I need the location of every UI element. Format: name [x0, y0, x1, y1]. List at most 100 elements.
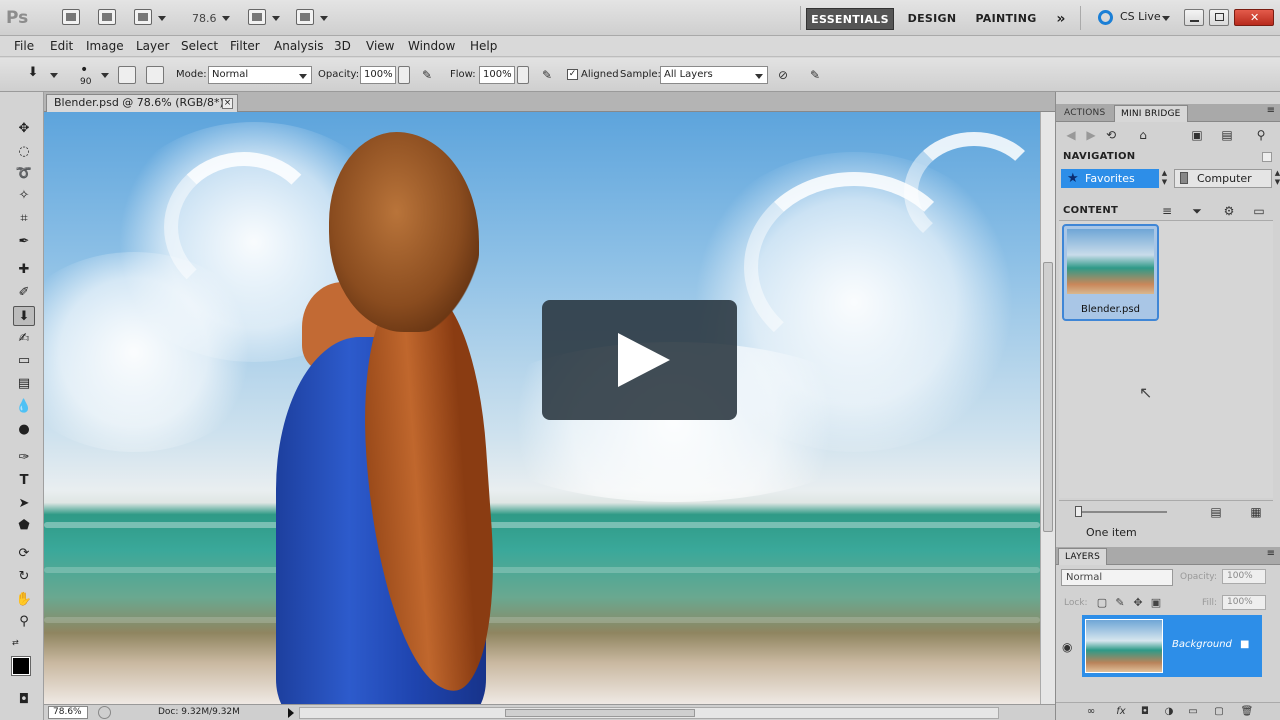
- pen-tool-icon[interactable]: ✑: [13, 448, 35, 468]
- video-play-button[interactable]: [542, 300, 737, 420]
- eraser-tool-icon[interactable]: ▭: [13, 351, 35, 371]
- clone-stamp-tool-icon[interactable]: ⬇: [13, 306, 35, 326]
- opacity-dropdown-icon[interactable]: [398, 66, 410, 84]
- zoom-level-select[interactable]: 78.6: [192, 12, 217, 25]
- workspace-essentials-button[interactable]: ESSENTIALS: [806, 8, 894, 30]
- menu-filter[interactable]: Filter: [230, 39, 260, 53]
- recent-folders-icon[interactable]: ⟲: [1104, 128, 1118, 142]
- hand-tool-icon[interactable]: ✋: [13, 590, 35, 610]
- fill-input[interactable]: 100%: [1222, 595, 1266, 610]
- navigation-close-icon[interactable]: [1262, 152, 1272, 162]
- panel-view-icon[interactable]: ▤: [1220, 128, 1234, 142]
- computer-item[interactable]: Computer: [1174, 169, 1272, 188]
- healing-brush-tool-icon[interactable]: ✚: [13, 260, 35, 280]
- dodge-tool-icon[interactable]: ●: [13, 420, 35, 440]
- quick-selection-tool-icon[interactable]: ✧: [13, 186, 35, 206]
- tools-icon[interactable]: ⚙: [1222, 204, 1236, 218]
- marquee-tool-icon[interactable]: ◌: [13, 142, 35, 162]
- launch-bridge-icon[interactable]: [62, 9, 80, 25]
- sample-select[interactable]: All Layers: [660, 66, 768, 84]
- chevron-down-icon[interactable]: [50, 73, 58, 78]
- back-arrow-icon[interactable]: ◀: [1064, 128, 1078, 142]
- search-icon[interactable]: ⚲: [1254, 128, 1268, 142]
- favorites-spinner-icon[interactable]: ▲ ▼: [1160, 169, 1169, 188]
- close-tab-icon[interactable]: ×: [222, 98, 233, 109]
- opacity-input[interactable]: 100%: [360, 66, 396, 84]
- foreground-color-swatch[interactable]: [11, 656, 31, 676]
- chevron-down-icon[interactable]: [101, 73, 109, 78]
- chevron-down-icon[interactable]: [158, 16, 166, 21]
- computer-spinner-icon[interactable]: ▲ ▼: [1273, 169, 1280, 188]
- arrange-documents-icon[interactable]: [248, 9, 266, 25]
- horizontal-scrollbar[interactable]: [299, 707, 999, 719]
- home-icon[interactable]: ⌂: [1136, 128, 1150, 142]
- workspace-design-button[interactable]: DESIGN: [902, 8, 962, 30]
- new-group-icon[interactable]: ▭: [1186, 705, 1200, 718]
- aligned-checkbox[interactable]: ✓: [567, 69, 578, 80]
- blend-mode-select[interactable]: Normal: [1061, 569, 1173, 586]
- menu-3d[interactable]: 3D: [334, 39, 351, 53]
- filter-icon[interactable]: ⏷: [1190, 204, 1204, 218]
- menu-layer[interactable]: Layer: [136, 39, 169, 53]
- content-thumbnail[interactable]: Blender.psd: [1062, 224, 1159, 321]
- view-extras-icon[interactable]: [134, 9, 152, 25]
- go-to-bridge-icon[interactable]: ▣: [1190, 128, 1204, 142]
- status-menu-arrow-icon[interactable]: [288, 708, 294, 718]
- lock-image-icon[interactable]: ✎: [1114, 597, 1126, 609]
- add-mask-icon[interactable]: ◘: [1138, 705, 1152, 718]
- tab-layers[interactable]: LAYERS: [1058, 548, 1108, 565]
- vertical-scroll-thumb[interactable]: [1043, 262, 1053, 532]
- clone-source-panel-icon[interactable]: [146, 66, 164, 84]
- favorites-item[interactable]: ★ Favorites: [1061, 169, 1159, 188]
- panel-menu-icon[interactable]: ≡: [1267, 105, 1275, 116]
- menu-view[interactable]: View: [366, 39, 394, 53]
- chevron-down-icon[interactable]: [320, 16, 328, 21]
- ignore-adjustment-layers-icon[interactable]: ⊘: [776, 68, 790, 82]
- quick-mask-icon[interactable]: ◘: [13, 690, 35, 710]
- close-button[interactable]: ✕: [1234, 9, 1274, 26]
- menu-help[interactable]: Help: [470, 39, 497, 53]
- horizontal-scroll-thumb[interactable]: [505, 709, 695, 717]
- brush-panel-icon[interactable]: [118, 66, 136, 84]
- crop-tool-icon[interactable]: ⌗: [13, 209, 35, 229]
- flow-dropdown-icon[interactable]: [517, 66, 529, 84]
- chevron-down-icon[interactable]: [1162, 16, 1170, 21]
- brush-tool-icon[interactable]: ✐: [13, 283, 35, 303]
- move-tool-icon[interactable]: ✥: [13, 119, 35, 139]
- pressure-size-icon[interactable]: ✎: [808, 68, 822, 82]
- workspace-painting-button[interactable]: PAINTING: [972, 8, 1040, 30]
- status-zoom-field[interactable]: 78.6%: [48, 706, 88, 719]
- chevron-down-icon[interactable]: [272, 16, 280, 21]
- minimize-button[interactable]: [1184, 9, 1204, 26]
- menu-analysis[interactable]: Analysis: [274, 39, 323, 53]
- vertical-scrollbar[interactable]: [1040, 112, 1055, 704]
- menu-edit[interactable]: Edit: [50, 39, 73, 53]
- layer-opacity-input[interactable]: 100%: [1222, 569, 1266, 584]
- path-selection-tool-icon[interactable]: ➤: [13, 494, 35, 514]
- gradient-tool-icon[interactable]: ▤: [13, 374, 35, 394]
- type-tool-icon[interactable]: T: [13, 471, 35, 491]
- thumbnail-size-slider[interactable]: [1075, 511, 1167, 513]
- link-layers-icon[interactable]: ∞: [1084, 705, 1098, 718]
- eyedropper-tool-icon[interactable]: ✒: [13, 232, 35, 252]
- zoom-tool-icon[interactable]: ⚲: [13, 612, 35, 632]
- lock-position-icon[interactable]: ✥: [1132, 597, 1144, 609]
- adjustment-layer-icon[interactable]: ◑: [1162, 705, 1176, 718]
- swap-colors-icon[interactable]: ⇄: [12, 638, 19, 647]
- 3d-rotate-tool-icon[interactable]: ⟳: [13, 544, 35, 564]
- sort-icon[interactable]: ≡: [1160, 204, 1174, 218]
- layer-style-icon[interactable]: fx: [1114, 705, 1128, 718]
- mode-select[interactable]: Normal: [208, 66, 312, 84]
- slider-handle[interactable]: [1075, 506, 1082, 517]
- forward-arrow-icon[interactable]: ▶: [1084, 128, 1098, 142]
- tab-mini-bridge[interactable]: MINI BRIDGE: [1114, 105, 1188, 122]
- menu-window[interactable]: Window: [408, 39, 455, 53]
- lock-all-icon[interactable]: ▣: [1150, 597, 1162, 609]
- more-workspaces-button[interactable]: »: [1050, 8, 1072, 30]
- history-brush-tool-icon[interactable]: ✍: [13, 329, 35, 349]
- menu-image[interactable]: Image: [86, 39, 124, 53]
- chevron-down-icon[interactable]: [222, 16, 230, 21]
- screen-mode-icon[interactable]: [296, 9, 314, 25]
- pressure-opacity-icon[interactable]: ✎: [420, 68, 434, 82]
- layers-panel-menu-icon[interactable]: ≡: [1267, 548, 1275, 559]
